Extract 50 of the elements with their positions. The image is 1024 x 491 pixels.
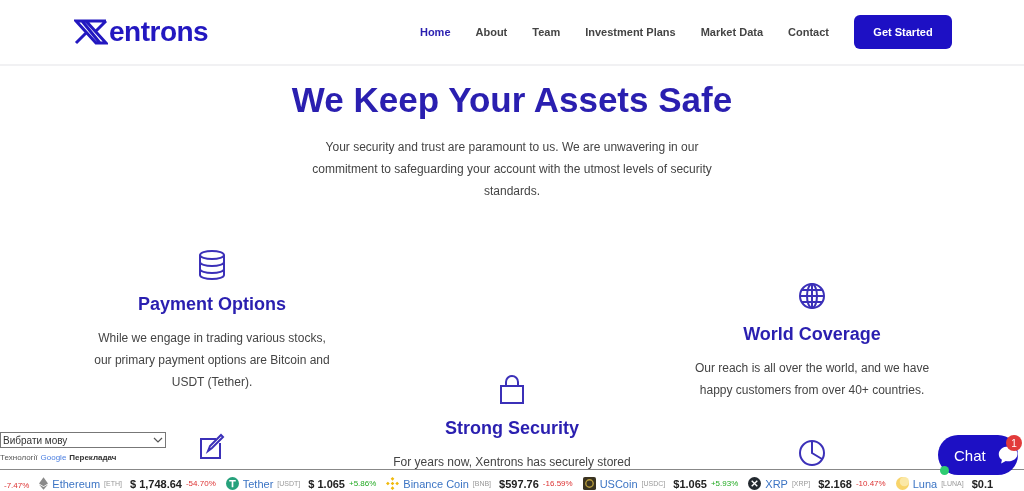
binance-coin-icon [386, 477, 400, 490]
coin-name[interactable]: Ethereum [52, 477, 101, 490]
database-icon [198, 250, 226, 280]
logo-x-icon [74, 19, 108, 45]
coin-name[interactable]: USCoin [599, 477, 638, 490]
notification-badge: 1 [1006, 435, 1022, 451]
google-logo: Google [40, 453, 67, 462]
price-change: -54.70% [185, 479, 216, 488]
coin-name[interactable]: XRP [765, 477, 788, 490]
language-select[interactable]: Вибрати мову [0, 432, 166, 448]
price-change: -7.47% [4, 481, 30, 490]
coin-name[interactable]: Binance Coin [403, 477, 469, 490]
get-started-button[interactable]: Get Started [854, 15, 952, 49]
feature-text: While we engage in trading various stocks, our primary payment options are Bitcoin and USDT (Tether). [93, 330, 331, 391]
edit-icon [199, 433, 225, 459]
price-change: +5.86% [349, 479, 377, 488]
coin-price: $2.168 [818, 477, 852, 490]
nav-link[interactable]: Investment Plans [585, 26, 676, 38]
logo[interactable]: entrons [74, 16, 209, 48]
coin-price: $ 1.065 [308, 477, 345, 490]
nav-link[interactable]: Home [419, 26, 451, 38]
moon-coin-icon [895, 477, 909, 490]
feature-title: Strong Security [445, 418, 579, 439]
feature-text: For years now, Xentrons has securely stored [392, 454, 632, 469]
translator-link[interactable]: Перекладач [69, 453, 117, 462]
hero-text: Your security and trust are paramount to us. We are unwavering in our commitment to safeguarding your account with the utmost levels of security standards. [311, 139, 713, 200]
feature-title: World Coverage [743, 324, 881, 345]
nav-link[interactable]: Contact [788, 26, 829, 38]
logo-text: entrons [109, 16, 209, 48]
feature-title: Payment Options [138, 294, 286, 315]
coin-name[interactable]: Luna [912, 477, 938, 490]
price-change: -16.59% [542, 479, 573, 488]
chevron-down-icon [153, 437, 163, 443]
price-change: -10.47% [855, 479, 886, 488]
pie-chart-icon [798, 439, 826, 467]
nav-link[interactable]: Team [532, 26, 561, 38]
hero-title: We Keep Your Assets Safe [290, 80, 734, 120]
price-change: +5.93% [710, 479, 739, 488]
powered-by-text: Технології [0, 453, 38, 462]
coin-price: $ 1,748.64 [129, 477, 182, 490]
coin-name[interactable]: Tether [242, 477, 274, 490]
feature-text: Our reach is all over the world, and we have happy customers from over 40+ countries. [693, 360, 931, 399]
nav-link[interactable]: Market Data [700, 26, 764, 38]
coin-price: $0.1 [971, 477, 994, 490]
coin-price: $597.76 [499, 477, 539, 490]
usdc-coin-icon [582, 477, 596, 490]
lock-icon [499, 374, 525, 404]
coin-price: $1.065 [673, 477, 707, 490]
nav-link[interactable]: About [475, 26, 508, 38]
globe-icon [798, 282, 826, 310]
